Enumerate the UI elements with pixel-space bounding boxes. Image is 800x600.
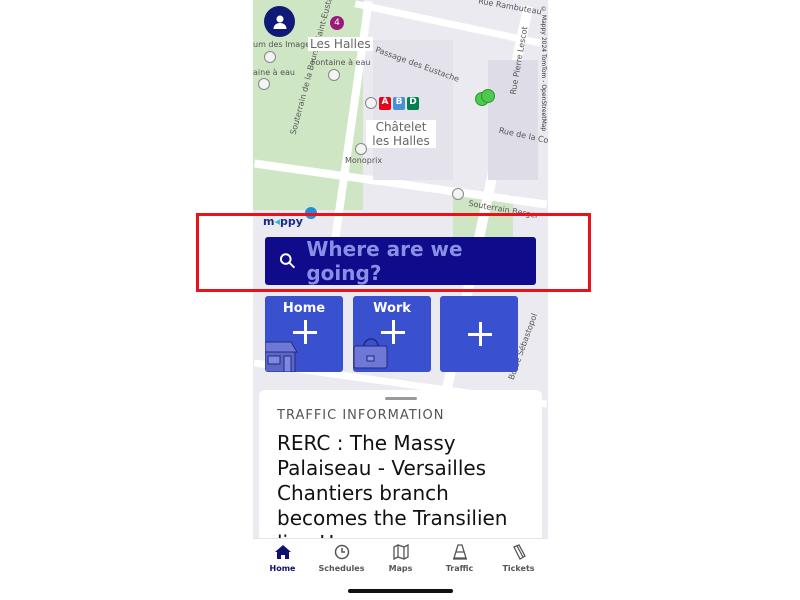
nav-label: Maps bbox=[388, 564, 413, 573]
drag-handle[interactable] bbox=[385, 397, 417, 400]
user-icon bbox=[273, 15, 286, 29]
place-label[interactable]: Les Halles bbox=[308, 37, 373, 51]
shortcut-add[interactable] bbox=[440, 296, 518, 372]
house-icon bbox=[265, 341, 298, 372]
home-icon bbox=[274, 545, 291, 559]
bike-station-icon[interactable] bbox=[481, 89, 495, 103]
poi-label: aine à eau bbox=[253, 68, 295, 77]
rer-line-d: D bbox=[407, 97, 419, 110]
ticket-icon bbox=[512, 544, 526, 560]
place-icon[interactable] bbox=[452, 188, 464, 200]
shortcut-home[interactable]: Home bbox=[265, 296, 343, 372]
rer-line-a: A bbox=[379, 97, 391, 110]
station-icon bbox=[365, 97, 377, 109]
phone-screen: Rue Rambuteau um des Images Fontaine à e… bbox=[253, 0, 548, 600]
highlight-box bbox=[196, 213, 591, 292]
map-icon bbox=[392, 544, 409, 560]
cinema-icon[interactable] bbox=[264, 51, 276, 63]
bottom-nav: Home Schedules Maps Traffic Tickets bbox=[253, 538, 548, 600]
station-label[interactable]: Châtelet les Halles bbox=[366, 120, 436, 148]
map-attribution: © Mappy 2024 TomTom - OpenStreetMap bbox=[540, 6, 547, 132]
shop-icon[interactable] bbox=[355, 143, 367, 155]
shortcut-work[interactable]: Work bbox=[353, 296, 431, 372]
traffic-caption: TRAFFIC INFORMATION bbox=[277, 408, 445, 423]
shortcut-label: Work bbox=[373, 301, 411, 316]
traffic-info-card[interactable]: TRAFFIC INFORMATION RERC : The Massy Pal… bbox=[259, 390, 542, 555]
briefcase-icon bbox=[353, 338, 388, 369]
poi-label: Monoprix bbox=[345, 156, 383, 165]
nav-label: Traffic bbox=[445, 564, 474, 573]
water-fountain-icon[interactable] bbox=[258, 78, 270, 90]
nav-tickets[interactable]: Tickets bbox=[489, 544, 548, 573]
nav-schedules[interactable]: Schedules bbox=[312, 544, 371, 573]
poi-label: Fontaine à eau bbox=[311, 58, 371, 67]
home-indicator bbox=[348, 589, 453, 593]
clock-icon bbox=[334, 544, 349, 560]
street-label: Rue Rambuteau bbox=[477, 0, 543, 17]
station-count-badge[interactable]: 4 bbox=[330, 16, 344, 30]
cone-icon bbox=[452, 544, 467, 560]
profile-button[interactable] bbox=[264, 6, 295, 37]
shortcut-label: Home bbox=[282, 301, 326, 316]
nav-maps[interactable]: Maps bbox=[371, 544, 430, 573]
nav-traffic[interactable]: Traffic bbox=[430, 544, 489, 573]
nav-home[interactable]: Home bbox=[253, 544, 312, 573]
plus-icon bbox=[468, 322, 492, 346]
nav-label: Tickets bbox=[502, 564, 535, 573]
water-fountain-icon[interactable] bbox=[328, 69, 340, 81]
nav-label: Schedules bbox=[318, 564, 365, 573]
rer-lines[interactable]: A B D bbox=[365, 97, 419, 110]
rer-line-b: B bbox=[393, 97, 405, 110]
nav-label: Home bbox=[269, 564, 296, 573]
poi-label: um des Images bbox=[253, 40, 315, 49]
